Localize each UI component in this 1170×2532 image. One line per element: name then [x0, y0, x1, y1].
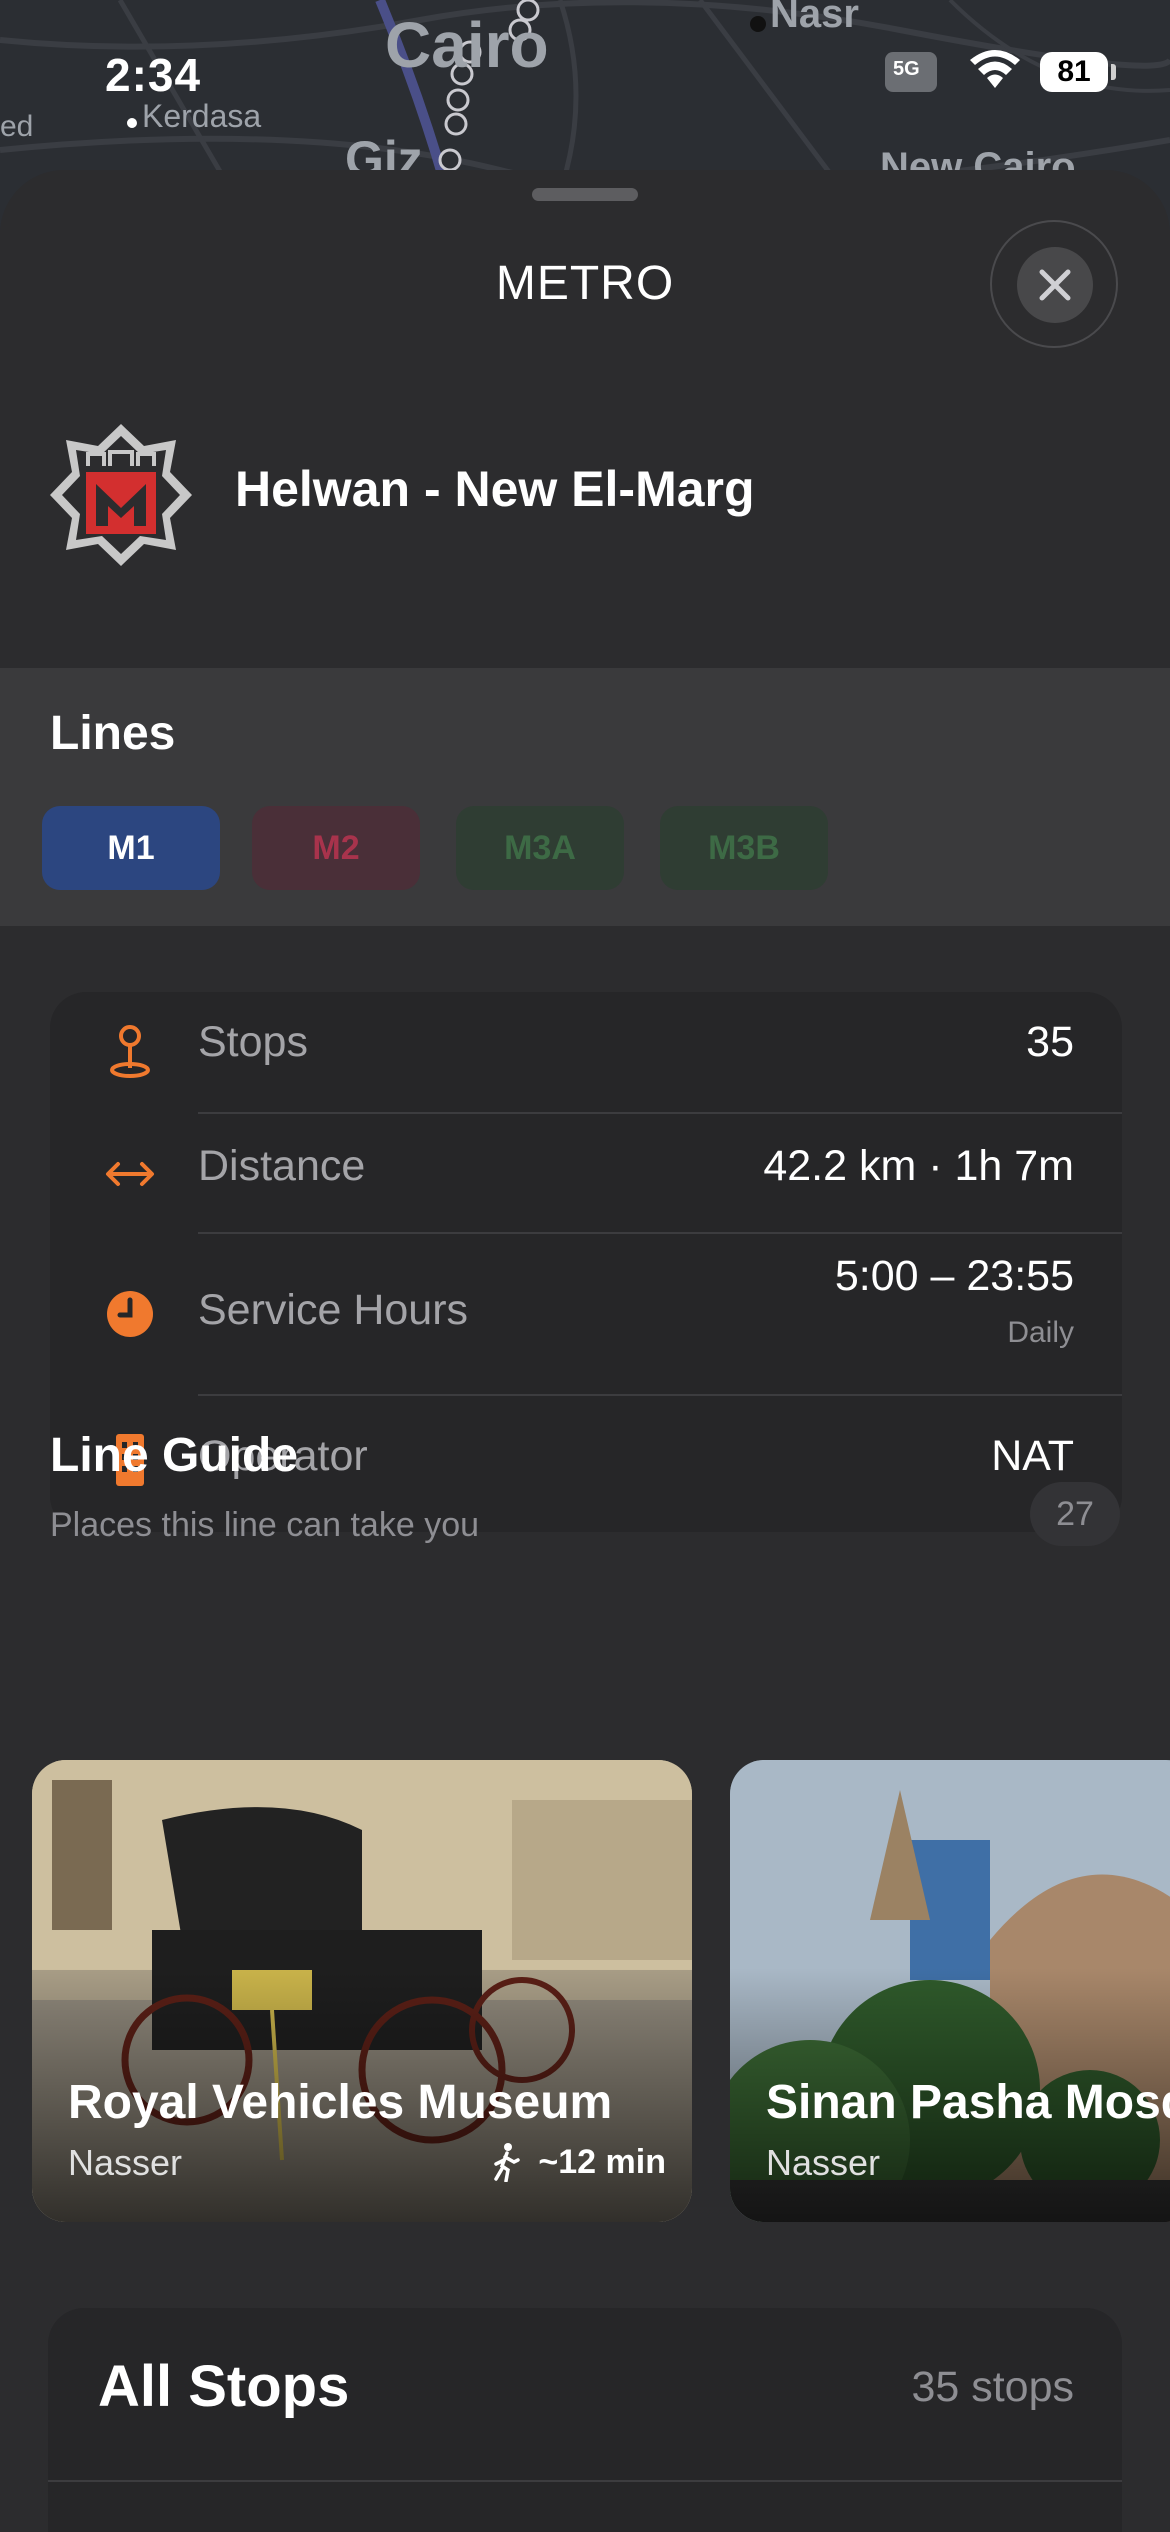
metro-logo-icon	[50, 424, 192, 566]
sheet-grabber[interactable]	[532, 188, 638, 201]
guide-card-sinan-pasha[interactable]: Sinan Pasha Mosque Nasser	[730, 1760, 1170, 2222]
hours-sub: Daily	[1007, 1316, 1074, 1349]
pin-icon	[110, 1025, 150, 1078]
guide-card-area: Nasser	[68, 2142, 183, 2183]
info-row-distance: Distance 42.2 km · 1h 7m	[50, 1114, 1122, 1232]
metro-sheet: METRO Helwan - New El-Marg Lines M1 M2 M…	[0, 170, 1170, 2532]
line-chip-m1[interactable]: M1	[42, 806, 220, 890]
walking-icon	[494, 2143, 521, 2182]
hours-label: Service Hours	[198, 1286, 469, 1334]
hours-value: 5:00 – 23:55	[834, 1252, 1074, 1300]
close-button[interactable]	[1017, 247, 1093, 323]
route-name: Helwan - New El-Marg	[235, 461, 755, 517]
lines-title: Lines	[50, 707, 176, 760]
cellular-label: 5G	[893, 58, 920, 80]
wifi-icon	[970, 50, 1020, 88]
status-time: 2:34	[105, 49, 202, 101]
info-row-stops: Stops 35	[50, 992, 1122, 1112]
guide-subtitle: Places this line can take you	[50, 1506, 480, 1544]
operator-value: NAT	[991, 1432, 1074, 1480]
divider	[48, 2480, 1122, 2482]
guide-title: Line Guide	[50, 1429, 299, 1482]
close-icon	[1039, 269, 1071, 301]
distance-label: Distance	[198, 1142, 366, 1190]
stops-value: 35	[1026, 1018, 1074, 1066]
info-row-hours: Service Hours 5:00 – 23:55 Daily	[50, 1234, 1122, 1394]
all-stops-title: All Stops	[98, 2354, 350, 2419]
guide-count-badge[interactable]: 27	[1030, 1482, 1120, 1546]
distance-value: 42.2 km · 1h 7m	[763, 1142, 1074, 1190]
guide-card-walk-time: ~12 min	[490, 2142, 666, 2182]
stops-label: Stops	[198, 1018, 308, 1066]
walk-time-text: ~12 min	[538, 2142, 666, 2181]
cellular-signal-icon: 5G	[885, 52, 937, 92]
guide-card-title: Sinan Pasha Mosque	[766, 2076, 1170, 2129]
guide-card-area: Nasser	[766, 2142, 881, 2183]
arrows-horizontal-icon	[106, 1162, 154, 1186]
battery-icon: 81	[1040, 52, 1108, 92]
line-chip-m3a[interactable]: M3A	[456, 806, 624, 890]
location-dot-icon	[127, 118, 137, 128]
all-stops-card[interactable]: All Stops 35 stops	[48, 2308, 1122, 2532]
guide-card-royal-vehicles[interactable]: Royal Vehicles Museum Nasser ~12 min	[32, 1760, 692, 2222]
battery-level: 81	[1057, 55, 1091, 88]
status-bar: 2:34 5G 81	[0, 0, 1170, 150]
lines-section: Lines M1 M2 M3A M3B	[0, 668, 1170, 926]
line-chip-m2[interactable]: M2	[252, 806, 420, 890]
line-chip-m3b[interactable]: M3B	[660, 806, 828, 890]
clock-icon	[107, 1291, 153, 1337]
all-stops-count: 35 stops	[911, 2363, 1074, 2411]
battery-cap	[1111, 64, 1116, 80]
guide-card-title: Royal Vehicles Museum	[68, 2076, 613, 2129]
